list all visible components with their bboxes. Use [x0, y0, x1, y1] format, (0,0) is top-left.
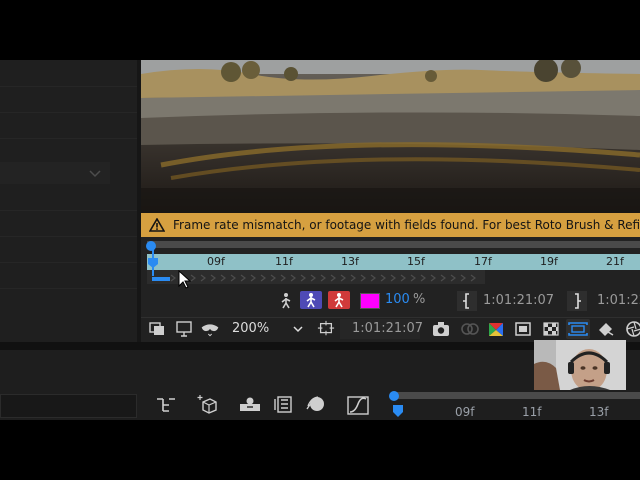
propagation-arrows [170, 274, 476, 282]
magnification-value: 200% [232, 321, 270, 336]
set-out-point-button[interactable] [567, 291, 587, 311]
ruler-tick-label: 17f [474, 255, 492, 268]
left-row-divider [0, 138, 137, 139]
left-row-divider [0, 236, 137, 237]
monitor-icon[interactable] [174, 320, 194, 338]
fit-view-icon [568, 322, 588, 336]
warning-triangle-icon [149, 218, 165, 232]
motion-blur-icon[interactable] [305, 394, 327, 414]
footage-frame [141, 60, 640, 213]
bottom-letterbox [0, 420, 640, 480]
person-minus-icon [334, 293, 344, 308]
timeline-tick-label: 13f [589, 405, 609, 419]
left-panel-dropdown[interactable] [0, 162, 110, 184]
mask-visibility-icon[interactable] [200, 320, 220, 338]
overlay-opacity-value[interactable]: 100 [385, 292, 410, 307]
foreground-mode-button[interactable] [300, 291, 322, 309]
overlay-opacity-unit: % [413, 292, 426, 307]
warning-text: Frame rate mismatch, or footage with fie… [173, 218, 640, 232]
chevron-down-icon [293, 326, 303, 333]
presenter-video [534, 340, 626, 390]
camera-snapshot-icon[interactable] [431, 320, 451, 338]
timeline-tick-label: 11f [522, 405, 542, 419]
current-time-indicator-icon[interactable] [392, 404, 404, 418]
timeline-playhead-handle[interactable] [389, 391, 399, 401]
left-row-divider [0, 112, 137, 113]
reset-exposure-icon[interactable] [596, 320, 616, 338]
roto-work-area-bar[interactable] [147, 241, 640, 248]
magnification-dropdown[interactable]: 200% [228, 319, 308, 339]
ruler-tick-label: 13f [341, 255, 359, 268]
in-bracket-icon [463, 293, 469, 309]
left-row-divider [0, 262, 137, 263]
after-effects-window: Frame rate mismatch, or footage with fie… [0, 0, 640, 480]
person-plus-icon [306, 293, 316, 308]
out-bracket-icon [575, 293, 581, 309]
walking-person-icon[interactable] [276, 292, 296, 310]
set-in-point-button[interactable] [457, 291, 477, 311]
chevron-down-icon [89, 170, 101, 178]
left-row-divider [0, 86, 137, 87]
current-time-indicator-icon[interactable] [147, 257, 159, 269]
ruler-tick-label: 19f [540, 255, 558, 268]
webcam-overlay [534, 340, 626, 390]
ruler-tick-label: 15f [407, 255, 425, 268]
ruler-tick-label: 09f [207, 255, 225, 268]
in-point-timecode[interactable]: 1:01:21:07 [483, 293, 554, 308]
graph-editor-icon[interactable] [346, 394, 370, 416]
roto-propagation-track[interactable] [147, 270, 485, 284]
frame-blending-icon[interactable] [272, 394, 294, 414]
current-time-display[interactable]: 1:01:21:07 [340, 319, 424, 339]
exposure-aperture-icon[interactable] [624, 320, 640, 338]
timeline-search-field[interactable] [0, 394, 137, 418]
region-of-interest-icon[interactable] [316, 320, 336, 338]
frame-rate-warning-bar: Frame rate mismatch, or footage with fie… [141, 213, 640, 237]
channel-color-icon[interactable] [486, 320, 506, 338]
footage-viewer[interactable] [141, 60, 640, 213]
left-row-divider [0, 288, 137, 289]
resolution-frame-icon[interactable] [513, 320, 533, 338]
shy-layers-icon[interactable] [238, 394, 262, 414]
current-timecode: 1:01:21:07 [352, 321, 424, 336]
always-preview-icon[interactable] [148, 320, 168, 338]
out-point-timecode[interactable]: 1:01:22 [597, 293, 640, 308]
base-frame-span [152, 277, 170, 281]
background-mode-button[interactable] [328, 291, 350, 309]
overlay-color-swatch[interactable] [360, 293, 380, 309]
mouse-pointer-icon [178, 270, 192, 289]
timeline-work-area-bar[interactable] [392, 392, 640, 399]
composition-flowchart-icon[interactable] [155, 395, 177, 415]
playhead-handle[interactable] [146, 241, 156, 251]
ruler-tick-label: 21f [606, 255, 624, 268]
left-panel [0, 60, 141, 342]
timeline-tick-label: 09f [455, 405, 475, 419]
toggle-view-button[interactable] [566, 319, 590, 339]
transparency-grid-icon[interactable] [541, 320, 561, 338]
top-strip [0, 0, 640, 60]
draft-3d-icon[interactable] [195, 393, 219, 415]
left-row-divider [0, 210, 137, 211]
ruler-tick-label: 11f [275, 255, 293, 268]
show-snapshot-icon[interactable] [460, 320, 480, 338]
